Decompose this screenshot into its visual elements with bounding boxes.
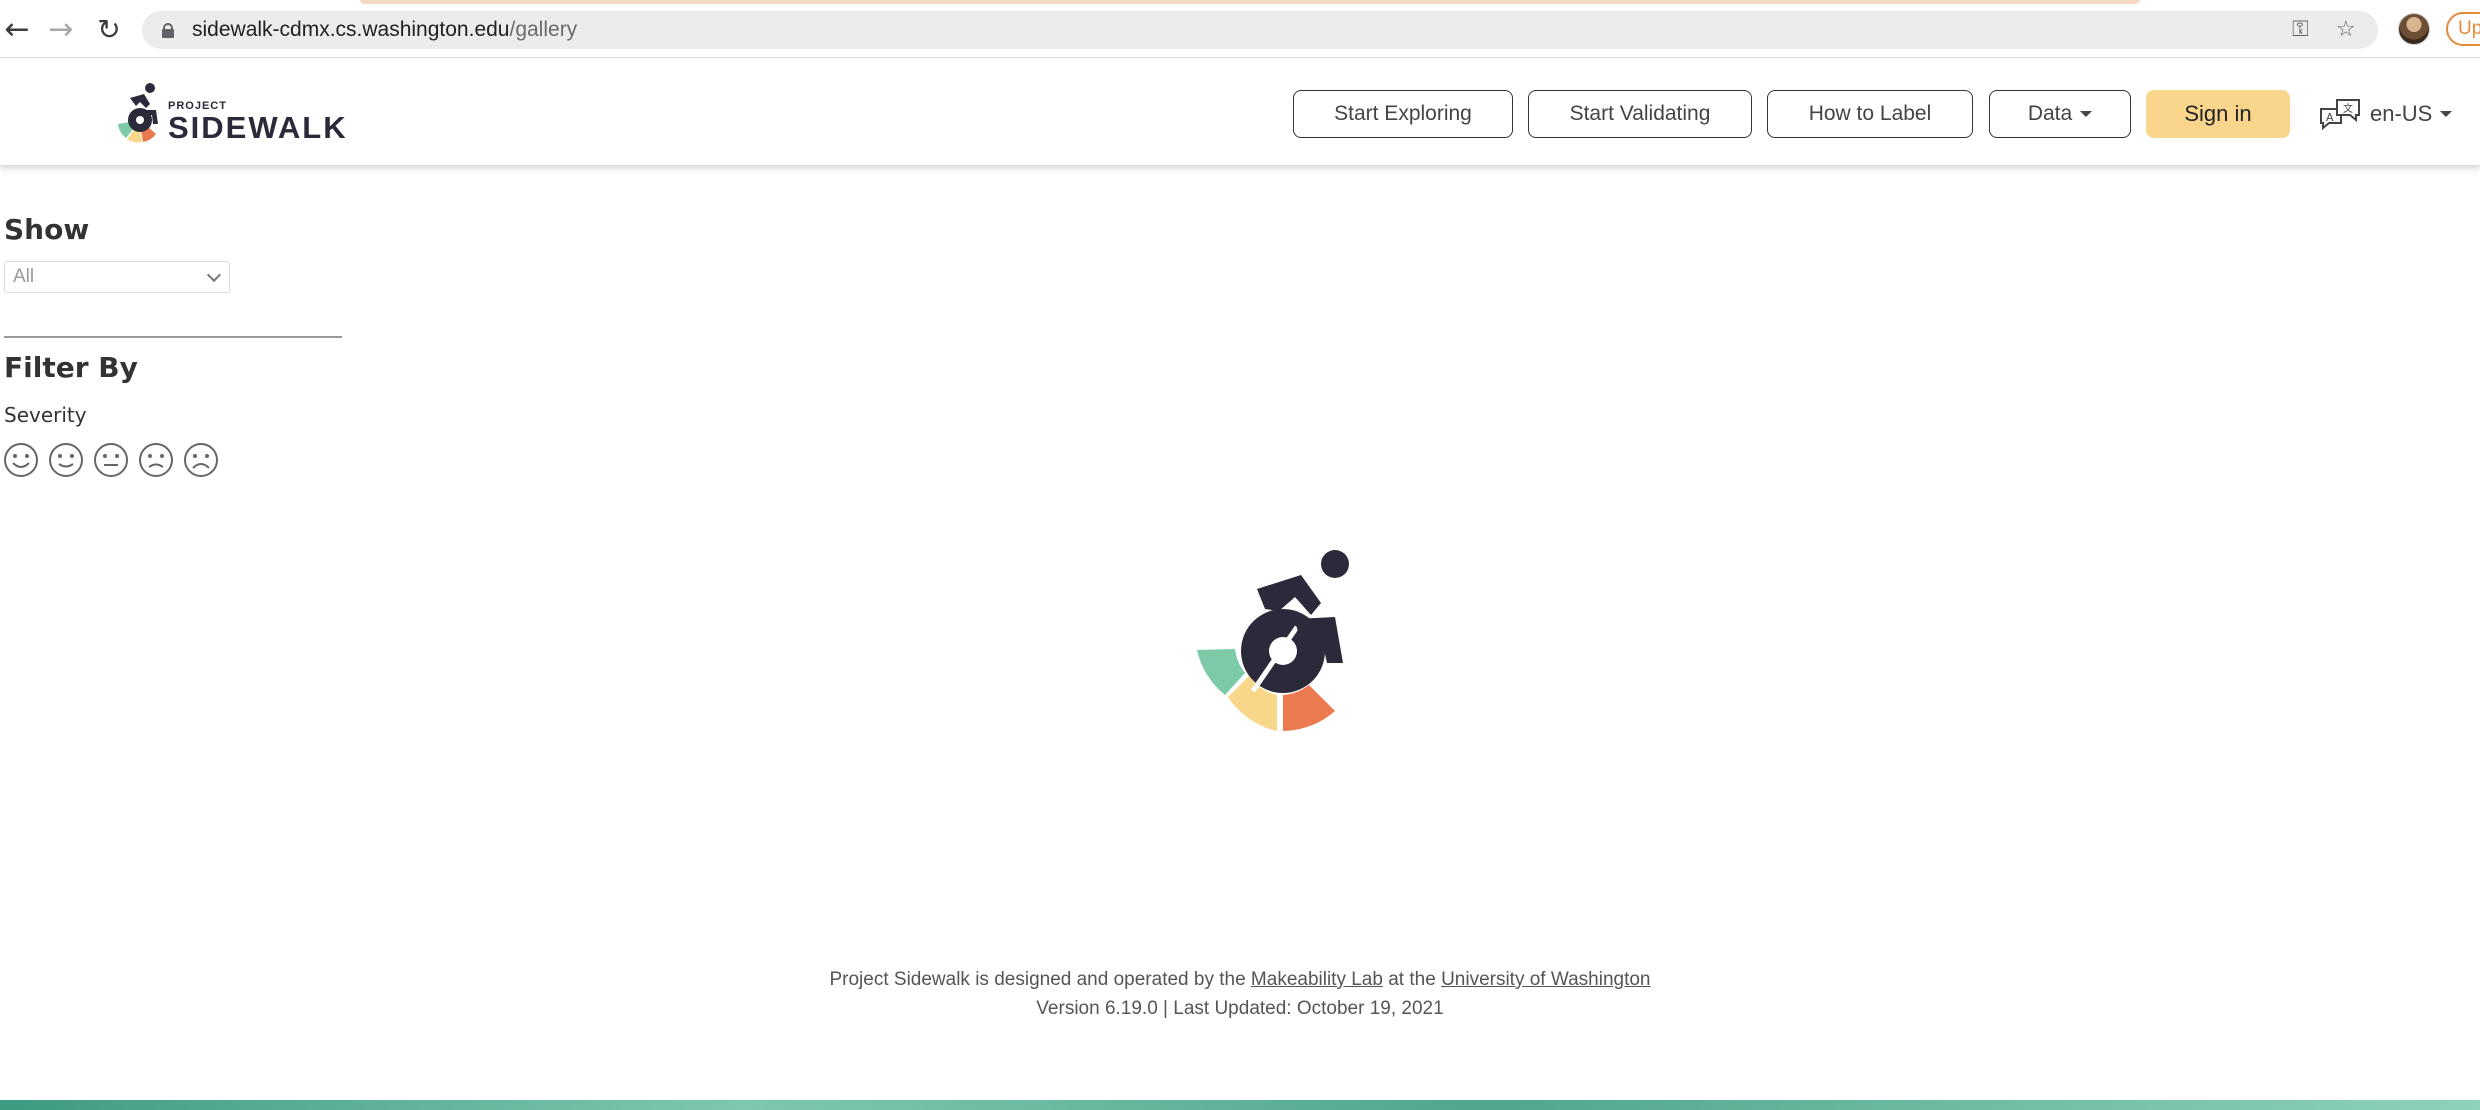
translate-icon: A 文 — [2320, 99, 2360, 131]
site-footer: Project Sidewalk is designed and operate… — [0, 965, 2480, 1023]
key-icon[interactable]: ⚿ — [2292, 17, 2309, 42]
address-bar[interactable]: sidewalk-cdmx.cs.washington.edu/gallery … — [142, 11, 2378, 49]
browser-toolbar: ← → ↻ sidewalk-cdmx.cs.washington.edu/ga… — [0, 0, 2480, 58]
wheelchair-logo-icon — [1197, 550, 1349, 731]
show-heading: Show — [4, 213, 90, 246]
start-exploring-button[interactable]: Start Exploring — [1293, 90, 1513, 138]
frown-face-icon[interactable] — [183, 442, 219, 478]
how-to-label-button[interactable]: How to Label — [1767, 90, 1973, 138]
lock-icon — [162, 22, 174, 38]
update-button[interactable]: Up — [2446, 12, 2480, 46]
back-arrow-icon[interactable]: ← — [0, 12, 34, 47]
reload-icon[interactable]: ↻ — [92, 12, 126, 46]
show-select[interactable]: All — [4, 261, 230, 293]
smiley-face-icon[interactable] — [3, 442, 39, 478]
language-selector[interactable]: A 文 en-US — [2318, 96, 2453, 132]
neutral-face-icon[interactable] — [93, 442, 129, 478]
caret-down-icon — [2440, 111, 2453, 117]
frown-face-icon[interactable] — [138, 442, 174, 478]
makeability-lab-link[interactable]: Makeability Lab — [1251, 969, 1383, 990]
profile-avatar[interactable] — [2398, 13, 2430, 45]
footer-color-band — [0, 1100, 2480, 1110]
footer-credit-line: Project Sidewalk is designed and operate… — [829, 969, 1651, 990]
url-text[interactable]: sidewalk-cdmx.cs.washington.edu/gallery — [192, 18, 577, 42]
sidebar-divider — [4, 336, 342, 338]
logo-sidewalk-text: SIDEWALK — [168, 110, 348, 145]
footer-version-line: Version 6.19.0 | Last Updated: October 1… — [1036, 998, 1444, 1019]
star-icon[interactable]: ☆ — [2336, 17, 2356, 42]
wheelchair-logo-icon — [118, 83, 158, 143]
start-validating-button[interactable]: Start Validating — [1528, 90, 1752, 138]
project-sidewalk-logo[interactable]: PROJECT SIDEWALK — [108, 80, 348, 150]
filter-by-heading: Filter By — [4, 351, 138, 384]
show-select-value: All — [13, 266, 35, 287]
language-label: en-US — [2370, 101, 2433, 126]
sign-in-button[interactable]: Sign in — [2146, 90, 2290, 138]
university-of-washington-link[interactable]: University of Washington — [1441, 969, 1650, 990]
chevron-down-icon — [206, 267, 222, 283]
forward-arrow-icon[interactable]: → — [44, 12, 78, 47]
smiley-face-icon[interactable] — [48, 442, 84, 478]
data-dropdown-button[interactable]: Data — [1989, 90, 2131, 138]
svg-text:A: A — [2326, 111, 2334, 124]
tab-accent — [360, 0, 2140, 4]
svg-text:文: 文 — [2343, 102, 2353, 115]
caret-down-icon — [2080, 111, 2093, 117]
data-dropdown-label: Data — [2027, 102, 2073, 125]
severity-filter — [3, 442, 228, 478]
severity-label: Severity — [4, 403, 87, 427]
site-header: PROJECT SIDEWALK Start Exploring Start V… — [0, 58, 2480, 165]
